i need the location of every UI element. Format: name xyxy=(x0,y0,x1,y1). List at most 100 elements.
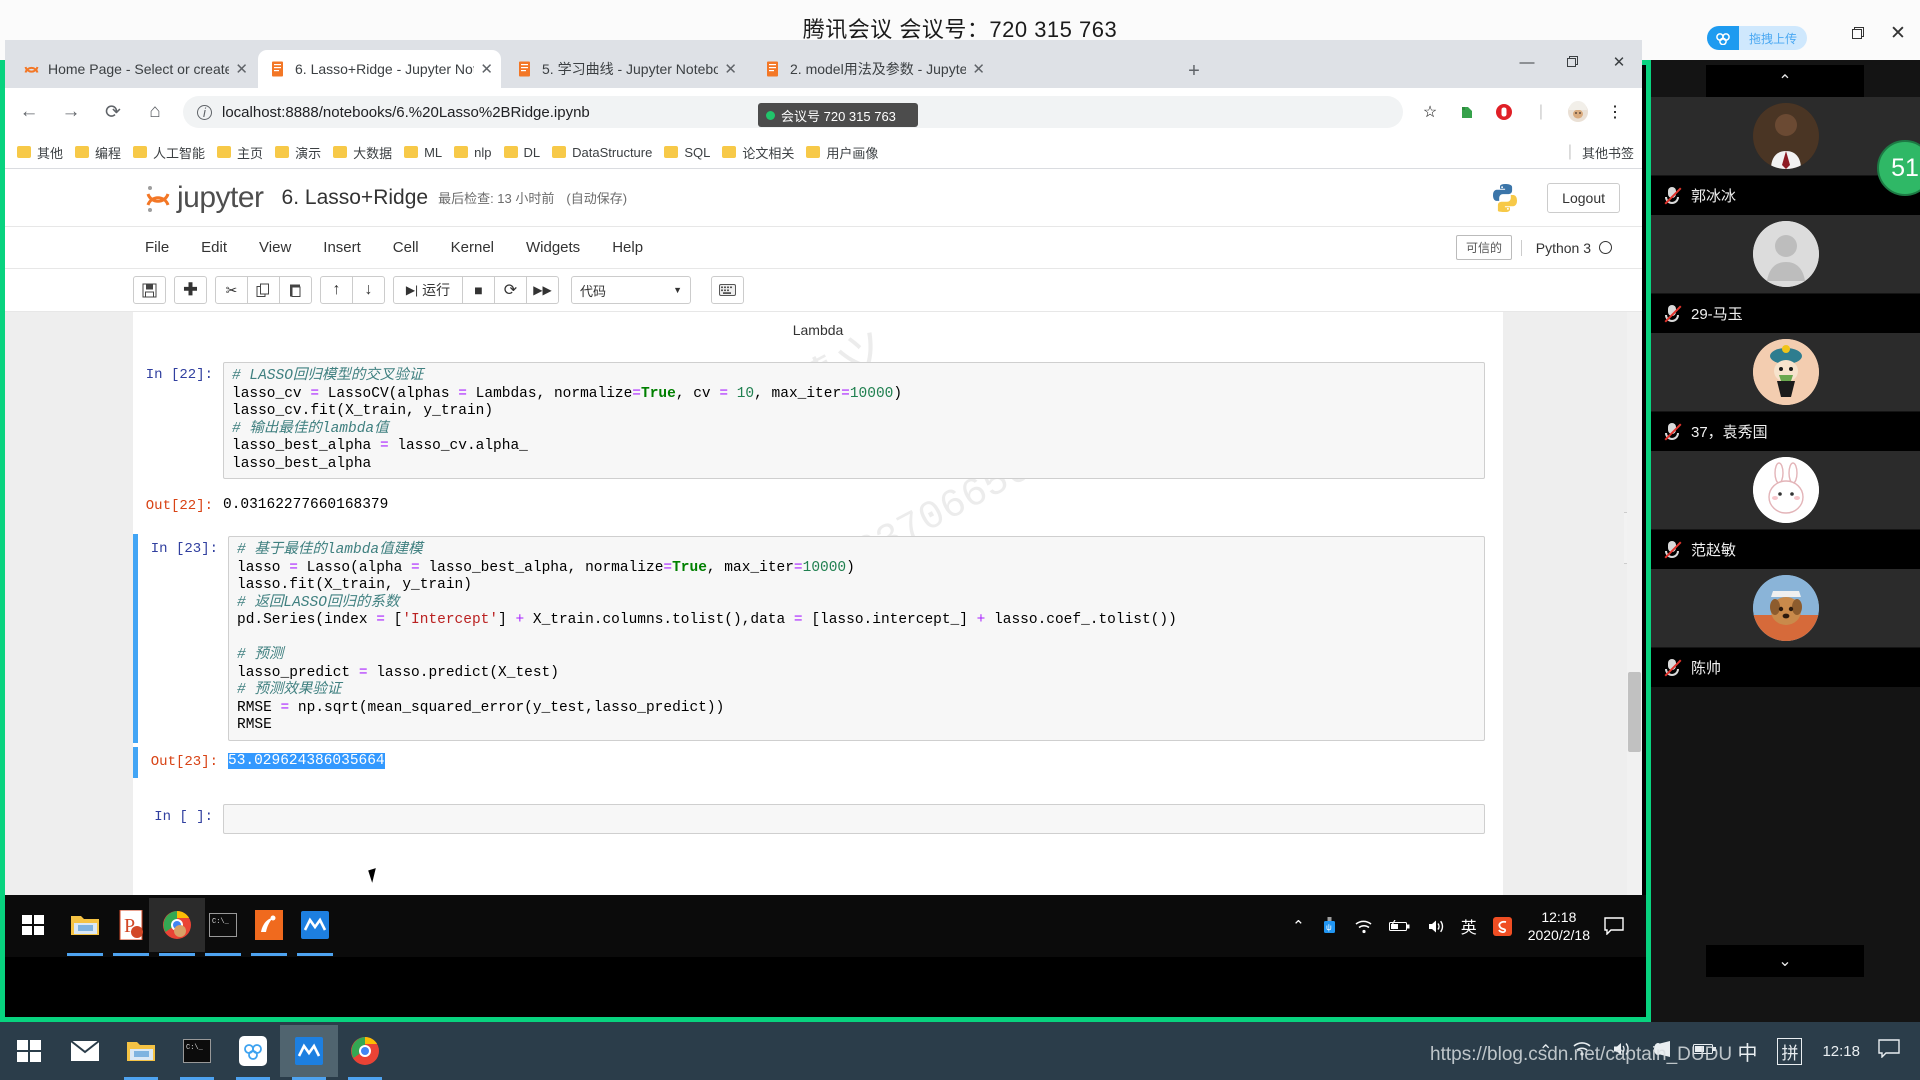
tencent-meeting-button[interactable] xyxy=(287,898,343,952)
bookmark-item[interactable]: 主页 xyxy=(217,143,263,162)
notification-icon[interactable] xyxy=(1878,1039,1900,1063)
profile-avatar[interactable] xyxy=(1561,95,1595,129)
wifi-icon[interactable] xyxy=(1354,919,1373,934)
chevron-up-icon[interactable]: ⌃ xyxy=(1292,917,1305,935)
restart-kernel-button[interactable]: ⟳ xyxy=(494,276,527,304)
bookmark-item[interactable]: DataStructure xyxy=(552,145,652,160)
menu-kernel[interactable]: Kernel xyxy=(435,239,510,256)
usb-icon[interactable]: ψ xyxy=(1321,917,1338,935)
move-cell-up-button[interactable]: ↑ xyxy=(320,276,353,304)
cut-cell-button[interactable]: ✂ xyxy=(215,276,248,304)
code-editor[interactable]: # 基于最佳的lambda值建模 lasso = Lasso(alpha = l… xyxy=(228,536,1485,741)
clock[interactable]: 12:18 xyxy=(1822,1043,1860,1060)
ime-chinese-indicator[interactable]: 中 xyxy=(1737,1037,1757,1066)
notebook-cell-23[interactable]: In [23]: # 基于最佳的lambda值建模 lasso = Lasso(… xyxy=(133,534,1503,743)
interrupt-kernel-button[interactable]: ■ xyxy=(462,276,495,304)
bookmark-item[interactable]: 演示 xyxy=(275,143,321,162)
participant-video-4[interactable] xyxy=(1651,569,1920,648)
speaker-icon[interactable] xyxy=(1651,1040,1673,1063)
jupyter-logo[interactable]: jupyter xyxy=(145,182,264,213)
drag-upload-button[interactable]: 拖拽上传 xyxy=(1707,26,1807,50)
bookmark-item[interactable]: 论文相关 xyxy=(722,143,794,162)
bookmark-item[interactable]: 人工智能 xyxy=(133,143,205,162)
notebook-scrollbar[interactable] xyxy=(1627,312,1642,895)
browser-tab-3[interactable]: 2. model用法及参数 - Jupyter N ✕ xyxy=(753,50,993,88)
meeting-close-button[interactable]: ✕ xyxy=(1878,18,1918,48)
menu-view[interactable]: View xyxy=(243,239,307,256)
menu-help[interactable]: Help xyxy=(596,239,659,256)
bookmark-item[interactable]: 编程 xyxy=(75,143,121,162)
cell-type-select[interactable]: 代码 ▼ xyxy=(571,276,691,304)
info-icon[interactable]: i xyxy=(197,104,212,120)
arrow-left-icon[interactable]: ← xyxy=(11,94,47,130)
evernote-extension-icon[interactable] xyxy=(1450,95,1484,129)
bookmark-item[interactable]: SQL xyxy=(664,145,710,160)
save-button[interactable] xyxy=(133,276,166,304)
paste-cell-button[interactable] xyxy=(279,276,312,304)
mail-button[interactable] xyxy=(56,1025,114,1077)
bookmark-item[interactable]: 用户画像 xyxy=(806,143,878,162)
bookmark-item[interactable]: ML xyxy=(404,145,442,160)
menu-edit[interactable]: Edit xyxy=(185,239,243,256)
meeting-restore-button[interactable] xyxy=(1838,18,1878,48)
close-icon[interactable]: ✕ xyxy=(972,60,985,78)
menu-insert[interactable]: Insert xyxy=(307,239,377,256)
arrow-right-icon[interactable]: → xyxy=(53,94,89,130)
logout-button[interactable]: Logout xyxy=(1547,182,1620,213)
kernel-indicator[interactable]: Python 3 xyxy=(1520,239,1612,256)
file-explorer-button[interactable] xyxy=(112,1025,170,1077)
other-bookmarks-button[interactable]: | 其他书签 xyxy=(1568,143,1634,162)
chevron-up-icon[interactable]: ⌃ xyxy=(1539,1041,1552,1061)
run-cell-button[interactable]: ▶| 运行 xyxy=(393,276,463,304)
ime-pinyin-indicator[interactable]: 拼 xyxy=(1777,1037,1803,1065)
reload-icon[interactable]: ⟳ xyxy=(95,94,131,130)
menu-kebab-icon[interactable]: ⋮ xyxy=(1598,95,1632,129)
bookmark-item[interactable]: nlp xyxy=(454,145,492,160)
chrome-button[interactable] xyxy=(336,1025,394,1077)
move-cell-down-button[interactable]: ↓ xyxy=(352,276,385,304)
copy-cell-button[interactable] xyxy=(247,276,280,304)
menu-cell[interactable]: Cell xyxy=(377,239,435,256)
scroll-participants-up-button[interactable]: ⌃ xyxy=(1706,65,1864,97)
restart-and-run-all-button[interactable]: ▶▶ xyxy=(526,276,559,304)
bookmark-item[interactable]: 大数据 xyxy=(333,143,392,162)
notification-icon[interactable] xyxy=(1604,917,1624,935)
menu-widgets[interactable]: Widgets xyxy=(510,239,596,256)
battery-icon[interactable] xyxy=(1693,1042,1717,1061)
cloud-upload-button[interactable] xyxy=(224,1025,282,1077)
ime-language-indicator[interactable]: 英 xyxy=(1461,914,1477,938)
keyboard-icon[interactable] xyxy=(711,276,744,304)
wifi-icon[interactable] xyxy=(1572,1041,1592,1062)
code-editor[interactable]: # LASSO回归模型的交叉验证 lasso_cv = LassoCV(alph… xyxy=(223,362,1485,479)
clock[interactable]: 12:18 2020/2/18 xyxy=(1528,908,1590,944)
browser-tab-2[interactable]: 5. 学习曲线 - Jupyter Notebook ✕ xyxy=(505,50,745,88)
close-icon[interactable]: ✕ xyxy=(480,60,493,78)
start-button[interactable] xyxy=(0,1025,58,1077)
participant-video-3[interactable] xyxy=(1651,451,1920,530)
battery-icon[interactable] xyxy=(1388,919,1411,933)
minimize-icon[interactable]: — xyxy=(1504,40,1550,84)
participant-video-1[interactable] xyxy=(1651,215,1920,294)
restore-icon[interactable] xyxy=(1550,40,1596,84)
bookmark-item[interactable]: DL xyxy=(503,145,540,160)
sogou-icon[interactable] xyxy=(1492,916,1512,936)
volume-icon[interactable] xyxy=(1427,919,1445,934)
new-tab-button[interactable]: + xyxy=(1180,58,1208,86)
scroll-participants-down-button[interactable]: ⌄ xyxy=(1706,945,1864,977)
bookmark-item[interactable]: 其他 xyxy=(17,143,63,162)
start-button[interactable] xyxy=(5,898,61,952)
tencent-meeting-button[interactable] xyxy=(280,1025,338,1077)
participant-video-2[interactable] xyxy=(1651,333,1920,412)
home-icon[interactable]: ⌂ xyxy=(137,94,173,130)
close-icon[interactable]: ✕ xyxy=(1596,40,1642,84)
notebook-name[interactable]: 6. Lasso+Ridge xyxy=(282,186,429,210)
output-value[interactable]: 53.029624386035664 xyxy=(228,752,385,769)
scrollbar-thumb[interactable] xyxy=(1628,672,1641,752)
notebook-cell-empty[interactable]: In [ ]: xyxy=(133,802,1503,836)
close-icon[interactable]: ✕ xyxy=(724,60,737,78)
terminal-button[interactable]: C:\_ xyxy=(168,1025,226,1077)
notebook-cell-22[interactable]: In [22]: # LASSO回归模型的交叉验证 lasso_cv = Las… xyxy=(133,360,1503,481)
menu-file[interactable]: File xyxy=(129,239,185,256)
code-editor[interactable] xyxy=(223,803,1485,834)
adblock-extension-icon[interactable] xyxy=(1487,95,1521,129)
